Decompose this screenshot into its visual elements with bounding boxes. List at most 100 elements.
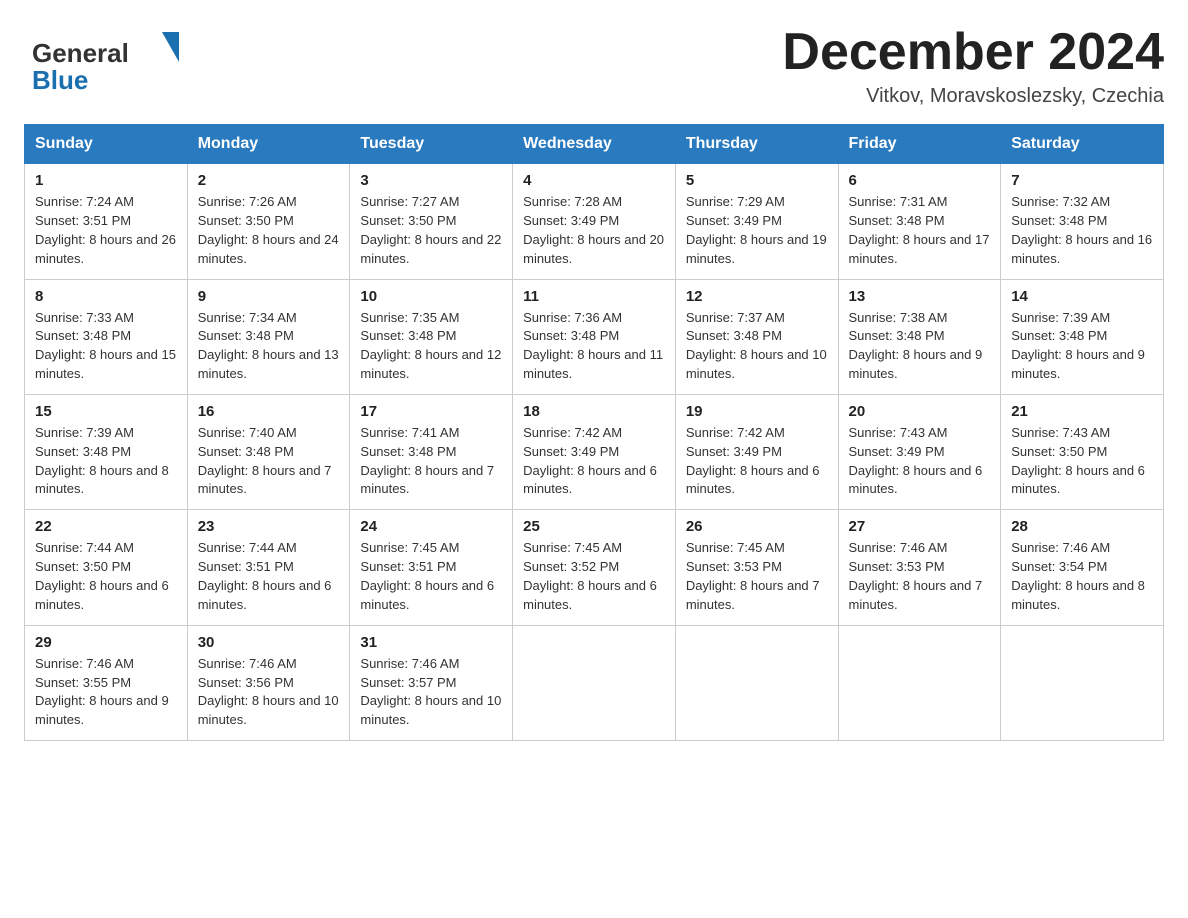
day-info: Sunrise: 7:42 AMSunset: 3:49 PMDaylight:… [523, 424, 665, 499]
day-info: Sunrise: 7:29 AMSunset: 3:49 PMDaylight:… [686, 193, 828, 268]
calendar-cell: 7Sunrise: 7:32 AMSunset: 3:48 PMDaylight… [1001, 164, 1164, 279]
day-info: Sunrise: 7:39 AMSunset: 3:48 PMDaylight:… [1011, 309, 1153, 384]
calendar-cell: 29Sunrise: 7:46 AMSunset: 3:55 PMDayligh… [25, 625, 188, 740]
day-info: Sunrise: 7:24 AMSunset: 3:51 PMDaylight:… [35, 193, 177, 268]
calendar-cell: 28 Sunrise: 7:46 AMSunset: 3:54 PMDayligh… [1001, 510, 1164, 625]
day-info: Sunrise: 7:42 AMSunset: 3:49 PMDaylight:… [686, 424, 828, 499]
day-info: Sunrise: 7:41 AMSunset: 3:48 PMDaylight:… [360, 424, 502, 499]
day-info: Sunrise: 7:38 AMSunset: 3:48 PMDaylight:… [849, 309, 991, 384]
calendar-cell: 14 Sunrise: 7:39 AMSunset: 3:48 PMDayligh… [1001, 279, 1164, 394]
calendar-week-row: 15Sunrise: 7:39 AMSunset: 3:48 PMDayligh… [25, 394, 1164, 509]
day-number: 20 [849, 403, 991, 420]
day-info: Sunrise: 7:45 AMSunset: 3:52 PMDaylight:… [523, 539, 665, 614]
day-info: Sunrise: 7:46 AMSunset: 3:54 PMDaylight:… [1011, 539, 1153, 614]
month-title: December 2024 [782, 24, 1164, 81]
calendar-cell: 31 Sunrise: 7:46 AMSunset: 3:57 PMDayligh… [350, 625, 513, 740]
calendar-week-row: 8 Sunrise: 7:33 AMSunset: 3:48 PMDaylight… [25, 279, 1164, 394]
logo-svg: General Blue [24, 24, 194, 99]
calendar-body: 1Sunrise: 7:24 AMSunset: 3:51 PMDaylight… [25, 164, 1164, 741]
calendar-cell: 15Sunrise: 7:39 AMSunset: 3:48 PMDayligh… [25, 394, 188, 509]
calendar-cell: 11 Sunrise: 7:36 AMSunset: 3:48 PMDayligh… [513, 279, 676, 394]
location: Vitkov, Moravskoslezsky, Czechia [782, 85, 1164, 108]
day-info: Sunrise: 7:43 AMSunset: 3:49 PMDaylight:… [849, 424, 991, 499]
day-number: 29 [35, 634, 177, 651]
calendar-cell: 22Sunrise: 7:44 AMSunset: 3:50 PMDayligh… [25, 510, 188, 625]
day-info: Sunrise: 7:43 AMSunset: 3:50 PMDaylight:… [1011, 424, 1153, 499]
calendar-cell: 12 Sunrise: 7:37 AMSunset: 3:48 PMDayligh… [675, 279, 838, 394]
day-number: 28 [1011, 518, 1153, 535]
day-info: Sunrise: 7:46 AMSunset: 3:56 PMDaylight:… [198, 655, 340, 730]
calendar-table: SundayMondayTuesdayWednesdayThursdayFrid… [24, 124, 1164, 741]
day-info: Sunrise: 7:45 AMSunset: 3:53 PMDaylight:… [686, 539, 828, 614]
calendar-cell [513, 625, 676, 740]
svg-text:General: General [32, 38, 129, 68]
calendar-cell: 5 Sunrise: 7:29 AMSunset: 3:49 PMDaylight… [675, 164, 838, 279]
calendar-cell: 30 Sunrise: 7:46 AMSunset: 3:56 PMDayligh… [187, 625, 350, 740]
day-number: 25 [523, 518, 665, 535]
calendar-header-row: SundayMondayTuesdayWednesdayThursdayFrid… [25, 125, 1164, 164]
logo: General Blue [24, 24, 194, 99]
day-info: Sunrise: 7:40 AMSunset: 3:48 PMDaylight:… [198, 424, 340, 499]
day-number: 8 [35, 288, 177, 305]
day-number: 31 [360, 634, 502, 651]
calendar-week-row: 22Sunrise: 7:44 AMSunset: 3:50 PMDayligh… [25, 510, 1164, 625]
day-info: Sunrise: 7:27 AMSunset: 3:50 PMDaylight:… [360, 193, 502, 268]
calendar-cell: 24 Sunrise: 7:45 AMSunset: 3:51 PMDayligh… [350, 510, 513, 625]
day-number: 9 [198, 288, 340, 305]
calendar-cell: 17 Sunrise: 7:41 AMSunset: 3:48 PMDayligh… [350, 394, 513, 509]
calendar-cell: 27Sunrise: 7:46 AMSunset: 3:53 PMDayligh… [838, 510, 1001, 625]
calendar-cell: 13Sunrise: 7:38 AMSunset: 3:48 PMDayligh… [838, 279, 1001, 394]
calendar-cell: 16 Sunrise: 7:40 AMSunset: 3:48 PMDayligh… [187, 394, 350, 509]
calendar-cell: 25 Sunrise: 7:45 AMSunset: 3:52 PMDayligh… [513, 510, 676, 625]
calendar-week-row: 1Sunrise: 7:24 AMSunset: 3:51 PMDaylight… [25, 164, 1164, 279]
day-info: Sunrise: 7:32 AMSunset: 3:48 PMDaylight:… [1011, 193, 1153, 268]
day-info: Sunrise: 7:44 AMSunset: 3:50 PMDaylight:… [35, 539, 177, 614]
day-number: 16 [198, 403, 340, 420]
day-info: Sunrise: 7:31 AMSunset: 3:48 PMDaylight:… [849, 193, 991, 268]
day-number: 17 [360, 403, 502, 420]
calendar-cell [1001, 625, 1164, 740]
calendar-cell [675, 625, 838, 740]
day-number: 6 [849, 172, 991, 189]
day-info: Sunrise: 7:34 AMSunset: 3:48 PMDaylight:… [198, 309, 340, 384]
day-info: Sunrise: 7:46 AMSunset: 3:57 PMDaylight:… [360, 655, 502, 730]
col-header-tuesday: Tuesday [350, 125, 513, 164]
day-number: 14 [1011, 288, 1153, 305]
day-number: 26 [686, 518, 828, 535]
calendar-cell: 2 Sunrise: 7:26 AMSunset: 3:50 PMDaylight… [187, 164, 350, 279]
day-info: Sunrise: 7:39 AMSunset: 3:48 PMDaylight:… [35, 424, 177, 499]
day-info: Sunrise: 7:37 AMSunset: 3:48 PMDaylight:… [686, 309, 828, 384]
calendar-cell: 1Sunrise: 7:24 AMSunset: 3:51 PMDaylight… [25, 164, 188, 279]
title-block: December 2024 Vitkov, Moravskoslezsky, C… [782, 24, 1164, 108]
calendar-cell: 10 Sunrise: 7:35 AMSunset: 3:48 PMDayligh… [350, 279, 513, 394]
day-number: 21 [1011, 403, 1153, 420]
calendar-cell: 21 Sunrise: 7:43 AMSunset: 3:50 PMDayligh… [1001, 394, 1164, 509]
day-number: 5 [686, 172, 828, 189]
calendar-cell [838, 625, 1001, 740]
calendar-cell: 9 Sunrise: 7:34 AMSunset: 3:48 PMDaylight… [187, 279, 350, 394]
calendar-cell: 8 Sunrise: 7:33 AMSunset: 3:48 PMDaylight… [25, 279, 188, 394]
day-info: Sunrise: 7:35 AMSunset: 3:48 PMDaylight:… [360, 309, 502, 384]
day-number: 10 [360, 288, 502, 305]
day-info: Sunrise: 7:26 AMSunset: 3:50 PMDaylight:… [198, 193, 340, 268]
day-number: 12 [686, 288, 828, 305]
day-info: Sunrise: 7:33 AMSunset: 3:48 PMDaylight:… [35, 309, 177, 384]
day-number: 4 [523, 172, 665, 189]
day-number: 24 [360, 518, 502, 535]
day-number: 30 [198, 634, 340, 651]
day-info: Sunrise: 7:28 AMSunset: 3:49 PMDaylight:… [523, 193, 665, 268]
calendar-cell: 4 Sunrise: 7:28 AMSunset: 3:49 PMDaylight… [513, 164, 676, 279]
page-header: General Blue December 2024 Vitkov, Morav… [24, 24, 1164, 108]
day-number: 18 [523, 403, 665, 420]
col-header-friday: Friday [838, 125, 1001, 164]
col-header-sunday: Sunday [25, 125, 188, 164]
calendar-cell: 6 Sunrise: 7:31 AMSunset: 3:48 PMDaylight… [838, 164, 1001, 279]
day-info: Sunrise: 7:45 AMSunset: 3:51 PMDaylight:… [360, 539, 502, 614]
day-info: Sunrise: 7:36 AMSunset: 3:48 PMDaylight:… [523, 309, 665, 384]
col-header-thursday: Thursday [675, 125, 838, 164]
day-number: 2 [198, 172, 340, 189]
calendar-cell: 26 Sunrise: 7:45 AMSunset: 3:53 PMDayligh… [675, 510, 838, 625]
col-header-saturday: Saturday [1001, 125, 1164, 164]
day-number: 11 [523, 288, 665, 305]
col-header-wednesday: Wednesday [513, 125, 676, 164]
